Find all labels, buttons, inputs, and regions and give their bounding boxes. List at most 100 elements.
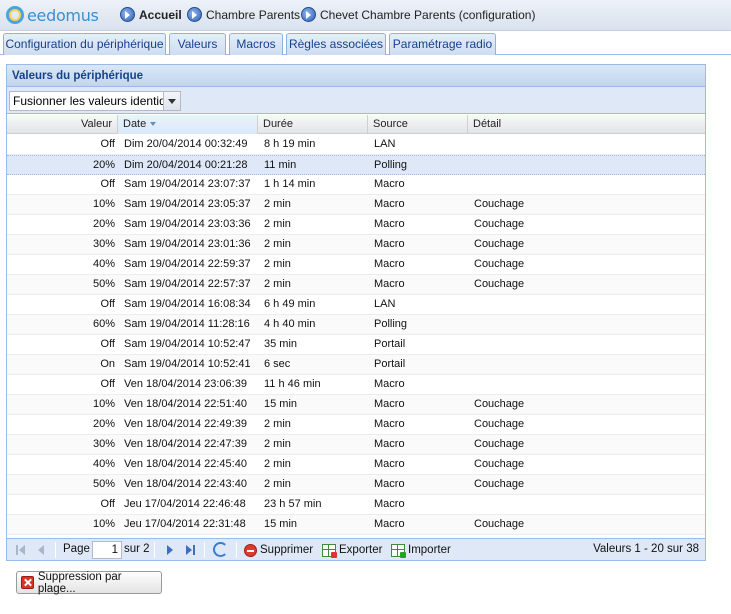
cell-value: 20% (92, 218, 115, 230)
table-row[interactable]: Off Dim 20/04/2014 00:32:49 8 h 19 min LAN (7, 135, 705, 155)
tab-bar: Configuration du périphérique Valeurs Ma… (0, 31, 731, 55)
eedomus-logo[interactable]: eedomus (6, 5, 99, 25)
cell-duration: 4 h 40 min (264, 318, 316, 330)
toolbar-separator (55, 542, 56, 558)
cell-detail (468, 156, 705, 175)
column-label: Date (123, 118, 147, 130)
cell-detail (468, 355, 705, 374)
cell-detail: Couchage (474, 238, 525, 250)
breadcrumb-home[interactable]: Accueil (120, 7, 182, 22)
cell-source: Polling (374, 318, 408, 330)
table-row[interactable]: 60% Sam 19/04/2014 11:28:16 4 h 40 min Poll… (7, 315, 705, 335)
nav-arrow-icon (120, 7, 135, 22)
table-row[interactable]: 50% Ven 18/04/2014 22:43:40 2 min Macro Couc… (7, 475, 705, 495)
table-row[interactable]: 40% Sam 19/04/2014 22:59:37 2 min Macro Couc… (7, 255, 705, 275)
cell-detail (468, 375, 705, 394)
cell-source: Macro (374, 518, 405, 530)
next-page-icon[interactable] (163, 543, 177, 557)
cell-value: Off (100, 138, 115, 150)
cell-duration: 2 min (264, 418, 291, 430)
cell-value: 50% (92, 478, 115, 490)
table-row[interactable]: Off Sam 19/04/2014 23:07:37 1 h 14 min Macr… (7, 175, 705, 195)
export-button[interactable]: Exporter (322, 542, 382, 558)
cell-value: Off (100, 298, 115, 310)
cell-detail: Couchage (474, 438, 525, 450)
cell-date: Sam 19/04/2014 23:03:36 (124, 218, 251, 230)
prev-page-icon[interactable] (35, 543, 49, 557)
refresh-icon[interactable] (213, 542, 228, 557)
cell-detail (468, 175, 705, 194)
cell-duration: 2 min (264, 438, 291, 450)
cell-value: Off (100, 338, 115, 350)
cell-value: 40% (92, 458, 115, 470)
breadcrumb-room[interactable]: Chambre Parents (187, 7, 300, 22)
range-delete-button[interactable]: Suppression par plage... (16, 571, 162, 595)
cell-value: 50% (92, 278, 115, 290)
cell-detail: Couchage (474, 458, 525, 470)
table-row[interactable]: 30% Ven 18/04/2014 22:47:39 2 min Macro Couc… (7, 435, 705, 455)
column-header-detail[interactable]: Détail (468, 115, 705, 134)
column-header-value[interactable]: Valeur (7, 115, 118, 134)
column-label: Source (373, 118, 408, 130)
cell-detail (468, 295, 705, 314)
tab-radio-settings[interactable]: Paramétrage radio (389, 33, 496, 55)
table-row[interactable]: 30% Sam 19/04/2014 23:01:36 2 min Macro Couc… (7, 235, 705, 255)
close-red-icon (21, 576, 34, 589)
table-row[interactable]: 20% Ven 18/04/2014 22:49:39 2 min Macro Couc… (7, 415, 705, 435)
cell-detail: Couchage (474, 198, 525, 210)
tab-rules[interactable]: Règles associées (286, 33, 386, 55)
cell-date: Sam 19/04/2014 23:05:37 (124, 198, 251, 210)
cell-duration: 15 min (264, 398, 298, 410)
merge-values-select[interactable]: Fusionner les valeurs identiques (9, 91, 181, 111)
export-excel-icon (322, 543, 337, 558)
tab-configuration[interactable]: Configuration du périphérique (3, 33, 166, 55)
cell-date: Ven 18/04/2014 22:43:40 (124, 478, 247, 490)
column-header-date[interactable]: Date (118, 115, 258, 134)
cell-duration: 8 h 19 min (264, 138, 316, 150)
column-header-source[interactable]: Source (368, 115, 468, 134)
cell-date: Sam 19/04/2014 11:28:16 (124, 318, 250, 330)
table-row[interactable]: Off Sam 19/04/2014 16:08:34 6 h 49 min LAN (7, 295, 705, 315)
cell-duration: 2 min (264, 278, 291, 290)
page-number-input[interactable]: 1 (92, 541, 122, 559)
table-row[interactable]: Off Jeu 17/04/2014 22:46:48 23 h 57 min Mac… (7, 495, 705, 515)
import-button[interactable]: Importer (391, 542, 451, 558)
table-row[interactable]: On Sam 19/04/2014 10:52:41 6 sec Portail (7, 355, 705, 375)
tab-values[interactable]: Valeurs (169, 33, 226, 55)
cell-source: Portail (374, 338, 406, 350)
cell-detail: Couchage (474, 218, 525, 230)
breadcrumb-device[interactable]: Chevet Chambre Parents (configuration) (301, 7, 535, 22)
chevron-down-icon[interactable] (163, 92, 180, 110)
cell-value: 10% (92, 518, 115, 530)
cell-detail: Couchage (474, 478, 525, 490)
tab-macros[interactable]: Macros (229, 33, 283, 55)
cell-value: 20% (92, 418, 115, 430)
paging-toolbar: Page 1 sur 2 Supprimer Exporter Importer… (7, 538, 705, 560)
merge-select-value: Fusionner les valeurs identiques (13, 94, 163, 108)
table-row[interactable]: Off Sam 19/04/2014 10:52:47 35 min Portail (7, 335, 705, 355)
cell-detail: Couchage (474, 398, 525, 410)
cell-date: Sam 19/04/2014 23:07:37 (124, 178, 251, 190)
table-row[interactable]: 10% Ven 18/04/2014 22:51:40 15 min Macro Cou… (7, 395, 705, 415)
table-row[interactable]: 20% Dim 20/04/2014 00:21:28 11 min Polling (7, 155, 705, 175)
cell-source: Macro (374, 178, 405, 190)
nav-arrow-icon (187, 7, 202, 22)
first-page-icon[interactable] (15, 543, 29, 557)
table-row[interactable]: 50% Sam 19/04/2014 22:57:37 2 min Macro Couc… (7, 275, 705, 295)
cell-source: LAN (374, 138, 396, 150)
cell-duration: 11 min (264, 159, 297, 171)
last-page-icon[interactable] (183, 543, 197, 557)
cell-value: Off (100, 378, 115, 390)
table-row[interactable]: 10% Sam 19/04/2014 23:05:37 2 min Macro Couc… (7, 195, 705, 215)
table-row[interactable]: 40% Ven 18/04/2014 22:45:40 2 min Macro Couc… (7, 455, 705, 475)
cell-date: Sam 19/04/2014 22:59:37 (124, 258, 251, 270)
cell-value: Off (100, 498, 115, 510)
merge-toolbar: Fusionner les valeurs identiques (7, 87, 705, 114)
column-header-duration[interactable]: Durée (258, 115, 368, 134)
nav-arrow-icon (301, 7, 316, 22)
table-row[interactable]: 10% Jeu 17/04/2014 22:31:48 15 min Macro Cou… (7, 515, 705, 535)
table-row[interactable]: 20% Sam 19/04/2014 23:03:36 2 min Macro Couc… (7, 215, 705, 235)
table-row[interactable]: Off Ven 18/04/2014 23:06:39 11 h 46 min Mac… (7, 375, 705, 395)
delete-button[interactable]: Supprimer (244, 542, 313, 558)
cell-date: Sam 19/04/2014 10:52:47 (124, 338, 251, 350)
